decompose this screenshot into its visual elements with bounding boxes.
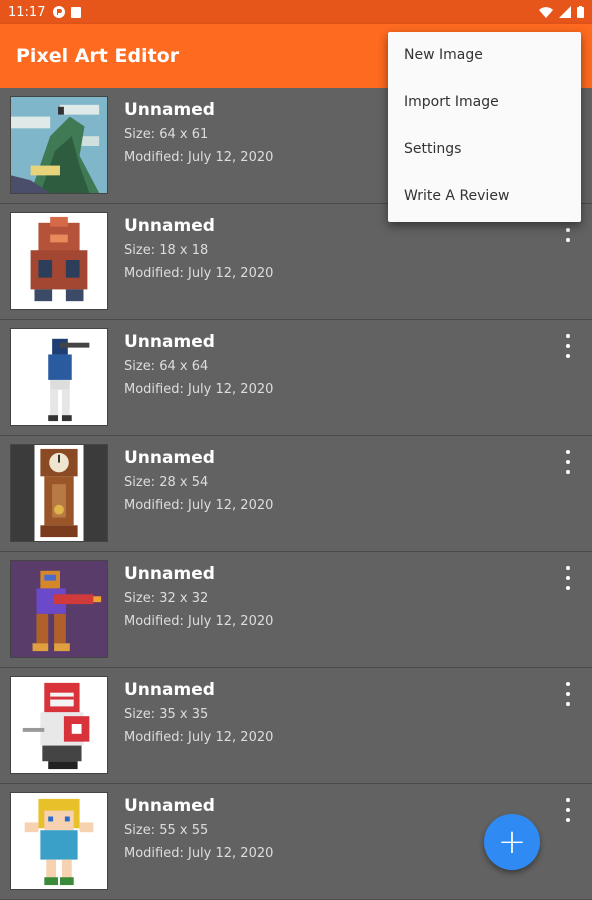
image-size: Size: 64 x 64	[124, 359, 209, 374]
image-name: Unnamed	[124, 448, 215, 468]
image-modified: Modified: July 12, 2020	[124, 498, 274, 513]
image-size: Size: 28 x 54	[124, 475, 209, 490]
app-title: Pixel Art Editor	[16, 45, 180, 67]
plus-icon: +	[497, 822, 527, 862]
thumbnail-robot	[10, 212, 108, 310]
menu-item-settings[interactable]: Settings	[388, 126, 581, 173]
image-modified: Modified: July 12, 2020	[124, 614, 274, 629]
thumbnail-landscape	[10, 96, 108, 194]
image-modified: Modified: July 12, 2020	[124, 382, 274, 397]
menu-item-write-review[interactable]: Write A Review	[388, 173, 581, 220]
image-name: Unnamed	[124, 564, 215, 584]
thumbnail-blaster	[10, 560, 108, 658]
signal-icon	[559, 6, 571, 18]
list-item[interactable]: Unnamed Size: 28 x 54 Modified: July 12,…	[0, 436, 592, 552]
overflow-menu: New Image Import Image Settings Write A …	[388, 32, 581, 222]
more-options-icon[interactable]	[562, 334, 574, 358]
menu-item-import-image[interactable]: Import Image	[388, 79, 581, 126]
image-modified: Modified: July 12, 2020	[124, 846, 274, 861]
image-modified: Modified: July 12, 2020	[124, 266, 274, 281]
add-image-button[interactable]: +	[484, 814, 540, 870]
image-modified: Modified: July 12, 2020	[124, 730, 274, 745]
list-item[interactable]: Unnamed Size: 32 x 32 Modified: July 12,…	[0, 552, 592, 668]
more-options-icon[interactable]	[562, 566, 574, 590]
list-item[interactable]: Unnamed Size: 64 x 64 Modified: July 12,…	[0, 320, 592, 436]
menu-item-new-image[interactable]: New Image	[388, 32, 581, 79]
thumbnail-soldier	[10, 328, 108, 426]
more-options-icon[interactable]	[562, 450, 574, 474]
thumbnail-girl	[10, 792, 108, 890]
image-size: Size: 35 x 35	[124, 707, 209, 722]
image-name: Unnamed	[124, 796, 215, 816]
image-modified: Modified: July 12, 2020	[124, 150, 274, 165]
image-size: Size: 18 x 18	[124, 243, 209, 258]
list-item[interactable]: Unnamed Size: 35 x 35 Modified: July 12,…	[0, 668, 592, 784]
clipboard-icon	[71, 7, 82, 18]
p-icon	[53, 6, 66, 18]
battery-icon	[577, 6, 584, 18]
thumbnail-knight	[10, 676, 108, 774]
image-name: Unnamed	[124, 680, 215, 700]
more-options-icon[interactable]	[562, 798, 574, 822]
image-name: Unnamed	[124, 332, 215, 352]
thumbnail-clock	[10, 444, 108, 542]
status-time: 11:17	[8, 4, 46, 20]
image-name: Unnamed	[124, 100, 215, 120]
wifi-icon	[539, 7, 553, 18]
image-name: Unnamed	[124, 216, 215, 236]
more-options-icon[interactable]	[562, 682, 574, 706]
image-size: Size: 32 x 32	[124, 591, 209, 606]
image-size: Size: 64 x 61	[124, 127, 209, 142]
status-bar: 11:17	[0, 0, 592, 24]
image-size: Size: 55 x 55	[124, 823, 209, 838]
